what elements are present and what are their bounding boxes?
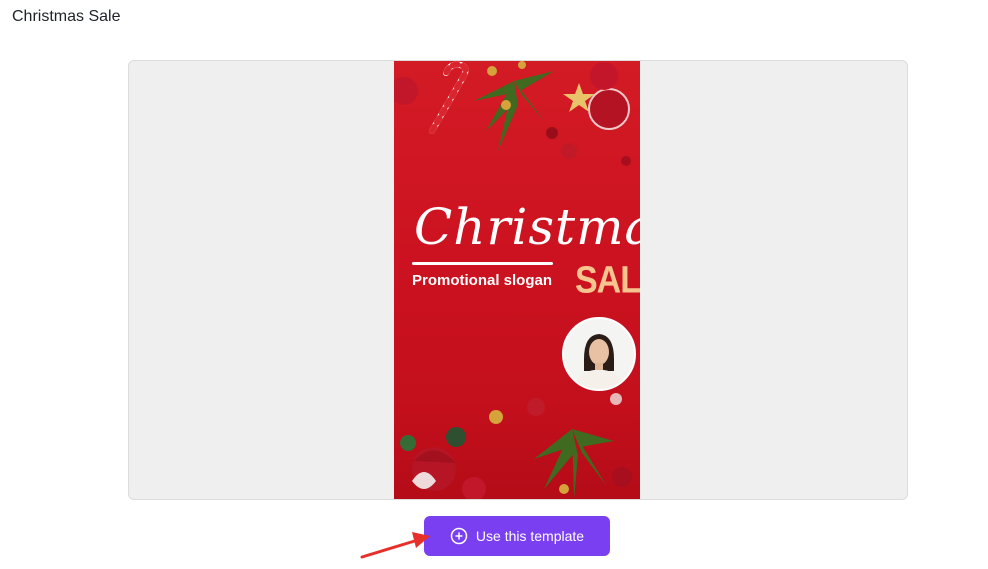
annotation-arrow-icon xyxy=(360,532,430,559)
use-template-button[interactable]: Use this template xyxy=(424,516,610,556)
template-headline: Christmas xyxy=(414,198,640,256)
plus-circle-icon xyxy=(450,527,468,545)
presenter-avatar xyxy=(562,317,636,391)
ornaments-bottom-decoration xyxy=(400,393,632,499)
page-title: Christmas Sale xyxy=(12,8,121,25)
template-slogan: Promotional slogan xyxy=(412,272,553,289)
template-sale-badge: SALE xyxy=(575,259,640,302)
template-preview-card[interactable]: Christmas Promotional slogan SALE xyxy=(394,61,640,499)
template-preview-frame: Christmas Promotional slogan SALE xyxy=(128,60,908,500)
presenter-avatar-icon xyxy=(564,319,634,389)
use-template-label: Use this template xyxy=(475,528,585,544)
headline-underline xyxy=(412,262,553,265)
